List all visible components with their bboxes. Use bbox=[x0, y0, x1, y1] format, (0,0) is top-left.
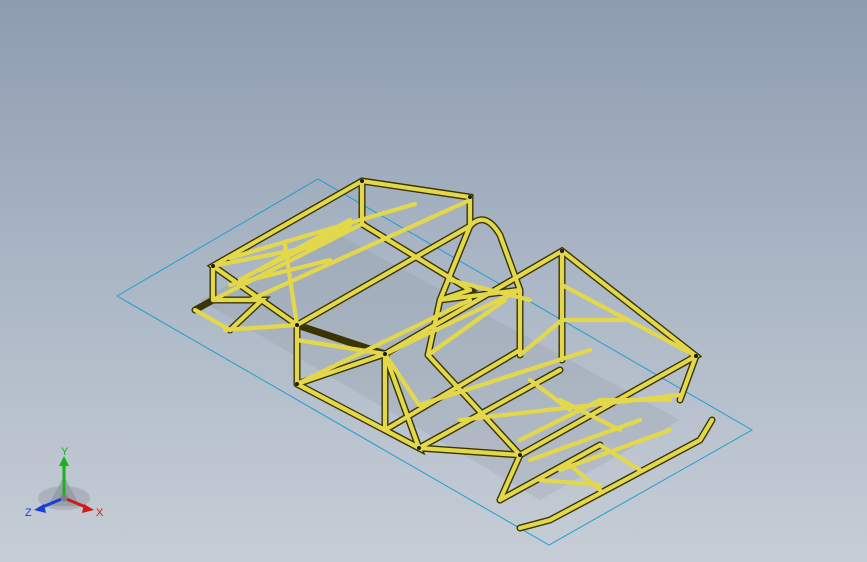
z-axis-label: Z bbox=[25, 507, 32, 519]
y-axis-label: Y bbox=[61, 446, 69, 458]
graphics-viewport[interactable]: Y X Z bbox=[0, 0, 867, 562]
model-view[interactable] bbox=[0, 0, 867, 562]
x-axis-label: X bbox=[96, 507, 104, 519]
orientation-triad: Y X Z bbox=[25, 446, 104, 519]
